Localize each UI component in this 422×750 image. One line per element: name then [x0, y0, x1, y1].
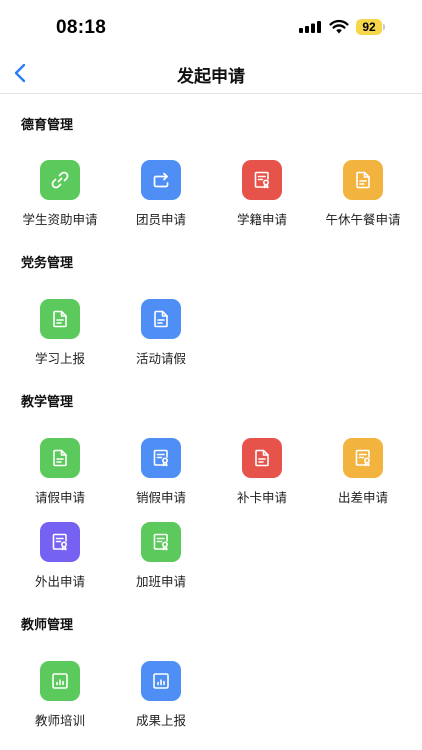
document-icon: [40, 438, 80, 478]
tile-league-member[interactable]: 团员申请: [108, 160, 214, 230]
battery-icon: 92: [356, 19, 385, 35]
share-arrow-icon: [141, 160, 181, 200]
tile-overtime[interactable]: 加班申请: [108, 522, 214, 592]
tile-leave-cancel[interactable]: 销假申请: [108, 438, 214, 508]
chart-icon: [141, 661, 181, 701]
section-title-party: 党务管理: [21, 256, 74, 271]
tile-achievement-report[interactable]: 成果上报: [108, 661, 214, 731]
document-icon: [40, 299, 80, 339]
tile-punch-makeup[interactable]: 补卡申请: [209, 438, 315, 508]
cellular-signal-icon: [299, 21, 321, 33]
tile-enrollment[interactable]: 学籍申请: [209, 160, 315, 230]
nav-bar: 发起申请: [0, 54, 422, 94]
tile-label: 补卡申请: [236, 490, 287, 505]
status-time: 08:18: [56, 17, 107, 38]
tile-label: 出差申请: [337, 490, 388, 505]
tile-label: 学习上报: [34, 351, 85, 366]
tile-business-trip[interactable]: 出差申请: [310, 438, 416, 508]
tile-label: 团员申请: [135, 212, 186, 227]
document-icon: [242, 438, 282, 478]
tile-label: 成果上报: [135, 713, 186, 728]
tile-label: 外出申请: [34, 574, 85, 589]
tile-label: 学生资助申请: [22, 212, 98, 227]
battery-level: 92: [356, 19, 382, 35]
tile-label: 教师培训: [34, 713, 85, 728]
certificate-icon: [141, 438, 181, 478]
section-title-moral: 德育管理: [21, 118, 74, 133]
section-title-teacher: 教师管理: [21, 618, 74, 633]
tile-leave-request[interactable]: 请假申请: [7, 438, 113, 508]
tile-student-aid[interactable]: 学生资助申请: [7, 160, 113, 230]
document-icon: [343, 160, 383, 200]
tile-teacher-training[interactable]: 教师培训: [7, 661, 113, 731]
tile-label: 午休午餐申请: [325, 212, 401, 227]
tile-label: 请假申请: [34, 490, 85, 505]
tile-going-out[interactable]: 外出申请: [7, 522, 113, 592]
document-icon: [141, 299, 181, 339]
certificate-icon: [343, 438, 383, 478]
tile-label: 加班申请: [135, 574, 186, 589]
tile-label: 学籍申请: [236, 212, 287, 227]
section-title-teaching: 教学管理: [21, 395, 74, 410]
tile-label: 活动请假: [135, 351, 186, 366]
page-title: 发起申请: [177, 67, 245, 87]
tile-study-report[interactable]: 学习上报: [7, 299, 113, 369]
link-icon: [40, 160, 80, 200]
status-bar: 08:18 92: [0, 0, 422, 54]
certificate-icon: [40, 522, 80, 562]
chart-icon: [40, 661, 80, 701]
certificate-icon: [242, 160, 282, 200]
tile-label: 销假申请: [135, 490, 186, 505]
certificate-icon: [141, 522, 181, 562]
wifi-icon: [329, 19, 349, 34]
tile-lunch-break[interactable]: 午休午餐申请: [310, 160, 416, 230]
tile-activity-leave[interactable]: 活动请假: [108, 299, 214, 369]
battery-tip: [383, 24, 385, 30]
